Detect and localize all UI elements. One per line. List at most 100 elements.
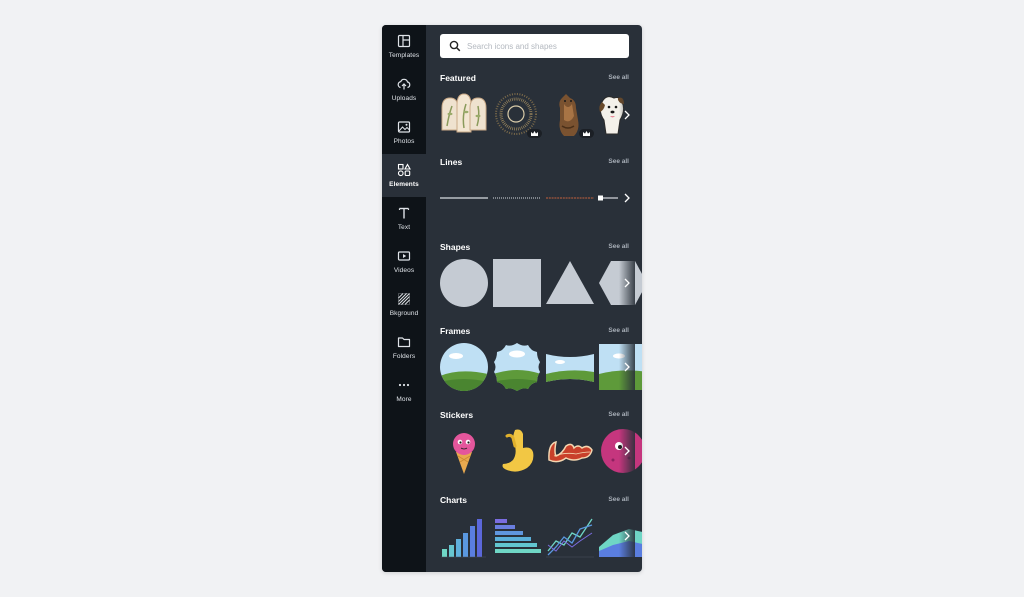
rail-label: Folders: [392, 353, 416, 360]
folder-icon: [397, 337, 411, 348]
rail-item-uploads[interactable]: Uploads: [382, 68, 426, 111]
stickers-see-all-link[interactable]: See all: [608, 411, 629, 418]
featured-row: [440, 90, 635, 140]
charts-next-button[interactable]: [619, 511, 635, 561]
rail-label: Videos: [393, 267, 415, 274]
elements-panel-window: Templates Uploads Photos Elements Text V…: [382, 25, 642, 572]
rail-item-templates[interactable]: Templates: [382, 25, 426, 68]
hand-sticker: [502, 429, 534, 472]
rail-label: More: [396, 396, 412, 403]
search-box[interactable]: [440, 34, 629, 58]
charts-title: Charts: [440, 495, 467, 505]
rail-label: Elements: [389, 181, 419, 188]
shape-circle[interactable]: [440, 258, 488, 308]
lines-see-all-link[interactable]: See all: [608, 158, 629, 165]
search-input[interactable]: [467, 41, 617, 51]
dashed-line-illustration: [546, 197, 594, 199]
stickers-next-button[interactable]: [619, 426, 635, 476]
elements-panel: Featured See all: [426, 25, 642, 572]
chevron-right-icon: [624, 531, 630, 541]
featured-item-arch-windows[interactable]: [440, 90, 488, 140]
frame-wavy-banner[interactable]: [546, 342, 594, 392]
circle-frame-illustration: [440, 343, 488, 391]
premium-crown-badge: [579, 129, 594, 138]
featured-title: Featured: [440, 73, 476, 83]
sticker-love-text[interactable]: [546, 426, 594, 476]
rail-label: Uploads: [391, 95, 417, 102]
video-icon: [397, 251, 411, 261]
shapes-next-button[interactable]: [619, 258, 635, 308]
chevron-right-icon: [624, 110, 630, 120]
rail-item-text[interactable]: Text: [382, 197, 426, 240]
search-icon: [449, 40, 461, 52]
rail-item-background[interactable]: Bkground: [382, 283, 426, 326]
frames-next-button[interactable]: [619, 342, 635, 392]
scalloped-frame-illustration: [494, 343, 540, 391]
stickers-row: [440, 426, 642, 476]
shapes-see-all-link[interactable]: See all: [608, 243, 629, 250]
rail-item-photos[interactable]: Photos: [382, 111, 426, 154]
shapes-icon: [397, 163, 411, 177]
line-chart-thumbnail: [546, 518, 594, 558]
rail-item-videos[interactable]: Videos: [382, 240, 426, 283]
banner-frame-illustration: [546, 354, 594, 382]
chart-vertical-bars[interactable]: [440, 511, 488, 561]
featured-see-all-link[interactable]: See all: [608, 74, 629, 81]
shape-triangle[interactable]: [546, 258, 594, 308]
solid-line-illustration: [440, 197, 488, 199]
featured-next-button[interactable]: [619, 90, 635, 140]
frames-row: [440, 342, 642, 392]
frames-see-all-link[interactable]: See all: [608, 327, 629, 334]
more-icon: [398, 383, 410, 387]
arch-windows-illustration: [441, 93, 487, 133]
chevron-right-icon: [624, 193, 630, 203]
line-dotted[interactable]: [493, 173, 541, 223]
chevron-right-icon: [624, 362, 630, 372]
circle-shape: [440, 259, 488, 307]
rail-label: Bkground: [389, 310, 419, 317]
charts-row: [440, 511, 642, 561]
image-icon: [397, 121, 411, 133]
square-shape: [493, 259, 541, 307]
sticker-yellow-hand[interactable]: [493, 426, 541, 476]
frame-circle[interactable]: [440, 342, 488, 392]
crown-icon: [583, 131, 590, 136]
chart-horizontal-bars[interactable]: [493, 511, 541, 561]
shapes-row: [440, 258, 642, 308]
lines-title: Lines: [440, 157, 463, 167]
frame-scalloped[interactable]: [493, 342, 541, 392]
triangle-shape: [546, 261, 594, 304]
side-rail: Templates Uploads Photos Elements Text V…: [382, 25, 426, 572]
hatch-icon: [398, 293, 410, 305]
featured-item-standing-bear[interactable]: [544, 90, 594, 140]
stickers-title: Stickers: [440, 410, 474, 420]
shape-square[interactable]: [493, 258, 541, 308]
featured-item-sunburst-frame[interactable]: [492, 90, 542, 140]
line-dashed-orange[interactable]: [546, 173, 594, 223]
sticker-ice-cream[interactable]: [440, 426, 488, 476]
charts-see-all-link[interactable]: See all: [608, 496, 629, 503]
bar-chart-thumbnail: [441, 519, 486, 558]
upload-cloud-icon: [397, 78, 411, 90]
rail-label: Templates: [388, 52, 420, 59]
crown-icon: [531, 131, 538, 136]
love-lettering-sticker: [548, 440, 593, 463]
lines-next-button[interactable]: [619, 173, 635, 223]
chevron-right-icon: [624, 278, 630, 288]
rail-item-folders[interactable]: Folders: [382, 326, 426, 369]
rail-item-elements[interactable]: Elements: [382, 154, 426, 197]
templates-icon: [397, 34, 411, 48]
rail-item-more[interactable]: More: [382, 369, 426, 412]
text-icon: [398, 207, 410, 219]
shapes-title: Shapes: [440, 242, 471, 252]
chevron-right-icon: [624, 446, 630, 456]
rail-label: Text: [397, 224, 411, 231]
rail-label: Photos: [393, 138, 415, 145]
dotted-line-illustration: [493, 197, 541, 199]
line-solid[interactable]: [440, 173, 488, 223]
ice-cream-sticker: [453, 433, 475, 474]
chart-line[interactable]: [546, 511, 594, 561]
frames-title: Frames: [440, 326, 471, 336]
lines-row: [440, 173, 635, 223]
hbar-chart-thumbnail: [495, 519, 541, 553]
